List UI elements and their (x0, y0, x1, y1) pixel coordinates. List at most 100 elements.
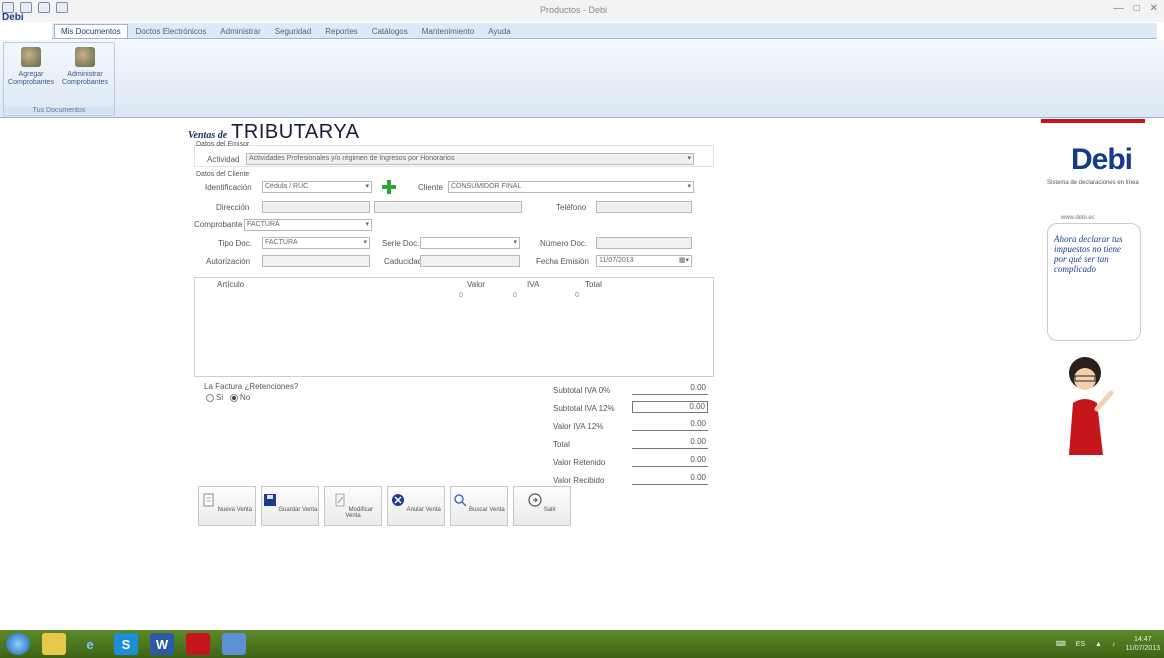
network-icon[interactable]: ▲ (1095, 641, 1102, 648)
maximize-icon[interactable]: □ (1134, 3, 1140, 14)
language-indicator[interactable]: ES (1076, 641, 1085, 648)
redo-icon[interactable] (56, 2, 68, 13)
expiry-field[interactable] (420, 255, 520, 267)
tab-doctos-electronicos[interactable]: Doctos Electrónicos (130, 25, 213, 38)
tab-seguridad[interactable]: Seguridad (269, 25, 317, 38)
tab-catalogos[interactable]: Catálogos (366, 25, 414, 38)
radio-yes[interactable] (206, 394, 214, 402)
tab-ayuda[interactable]: Ayuda (482, 25, 517, 38)
clock-time: 14:47 (1133, 636, 1152, 643)
chevron-down-icon: ▾ (513, 239, 517, 246)
grid-cell-value[interactable]: 0 (459, 292, 463, 299)
new-sale-button[interactable]: Nueva Venta (198, 486, 256, 526)
chevron-down-icon: ▾ (363, 239, 367, 246)
client-id-value: Cédula / RUC (265, 183, 309, 190)
ad-logo: Debi (1071, 143, 1133, 176)
activity-label: Actividad (207, 155, 240, 164)
activity-select[interactable]: Actividades Profesionales y/o régimen de… (246, 153, 694, 165)
ad-banner[interactable]: Debi Sistema de declaraciones en línea w… (1041, 119, 1145, 461)
exit-icon (528, 493, 542, 507)
save-icon (263, 494, 276, 506)
manage-voucher-button[interactable]: Administrar Comprobantes (60, 47, 110, 87)
received-label: Valor Recibido (553, 476, 605, 485)
edit-sale-button[interactable]: Modificar Venta (324, 486, 382, 526)
skype-icon[interactable]: S (114, 633, 138, 655)
grid-header-total: Total (585, 280, 602, 289)
iva-value: 0.00 (632, 419, 708, 431)
edit-sale-label: Modificar Venta (345, 507, 373, 519)
word-icon[interactable]: W (150, 633, 174, 655)
grid-cell-iva[interactable]: 0 (513, 292, 517, 299)
title-bar: Debi Productos - Debi — □ ✕ (0, 0, 1164, 23)
address-field-2[interactable] (374, 201, 522, 213)
grid-header-iva: IVA (527, 280, 540, 289)
expiry-label: Caducidad (384, 257, 423, 266)
file-explorer-icon[interactable] (42, 633, 66, 655)
grid-cell-total[interactable]: 0 (575, 292, 579, 299)
iva-label: Valor IVA 12% (553, 422, 604, 431)
add-voucher-button[interactable]: Agregar Comprobantes (6, 47, 56, 87)
ribbon-group-label: Tus Documentos (4, 107, 114, 114)
auth-field[interactable] (262, 255, 370, 267)
retained-label: Valor Retenido (553, 458, 606, 467)
title-prefix: Ventas de (188, 130, 228, 141)
address-field[interactable] (262, 201, 370, 213)
edit-icon (335, 493, 345, 507)
series-select[interactable]: ▾ (420, 237, 520, 249)
radio-yes-label: Si (216, 393, 224, 402)
ad-tagline: Sistema de declaraciones en línea (1047, 180, 1139, 186)
debi-app-icon[interactable] (186, 633, 210, 655)
volume-icon[interactable]: ♪ (1112, 641, 1116, 648)
ribbon-group-documentos: Agregar Comprobantes Administrar Comprob… (3, 42, 115, 116)
ad-site: www.debi.ec (1061, 215, 1095, 221)
window-app-icon[interactable] (222, 633, 246, 655)
manage-voucher-label: Administrar Comprobantes (62, 71, 108, 86)
save-sale-label: Guardar Venta (278, 507, 318, 513)
app-logo: Debi (2, 12, 24, 23)
woman-illustration-icon (1069, 357, 1114, 455)
cancel-icon (392, 494, 405, 506)
issue-date-label: Fecha Emisión (536, 257, 589, 266)
main-area: Ventas de TRIBUTARYA Datos del Emisor Ac… (0, 119, 1164, 630)
tab-mis-documentos[interactable]: Mis Documentos (54, 24, 128, 38)
client-label: Cliente (418, 183, 443, 192)
exit-button[interactable]: Salir (513, 486, 571, 526)
subtotal-0-label: Subtotal IVA 0% (553, 386, 611, 395)
voucher-select[interactable]: FACTURA ▾ (244, 219, 372, 231)
tab-administrar[interactable]: Administrar (214, 25, 266, 38)
phone-label: Teléfono (556, 203, 587, 212)
phone-field[interactable] (596, 201, 692, 213)
client-id-select[interactable]: Cédula / RUC ▾ (262, 181, 372, 193)
doc-type-select[interactable]: FACTURA ▾ (262, 237, 370, 249)
search-sale-button[interactable]: Buscar Venta (450, 486, 508, 526)
taskbar: e S W ⌨ ES ▲ ♪ 14:47 11/07/2013 (0, 630, 1164, 658)
undo-icon[interactable] (38, 2, 50, 13)
keyboard-icon[interactable]: ⌨ (1056, 640, 1066, 648)
items-grid[interactable]: Artículo Valor IVA Total 0 0 0 (194, 277, 714, 377)
cancel-sale-label: Anular Venta (406, 507, 441, 513)
title-main: TRIBUTARYA (231, 121, 360, 143)
save-sale-button[interactable]: Guardar Venta (261, 486, 319, 526)
radio-no[interactable] (230, 394, 238, 402)
window-controls: — □ ✕ (1114, 3, 1158, 14)
doc-type-value: FACTURA (265, 239, 298, 246)
start-button-icon[interactable] (6, 633, 30, 655)
number-label: Número Doc. (540, 239, 588, 248)
clock[interactable]: 14:47 11/07/2013 (1125, 635, 1160, 653)
close-icon[interactable]: ✕ (1150, 3, 1158, 14)
add-client-icon[interactable] (382, 180, 396, 194)
total-value: 0.00 (632, 437, 708, 449)
number-field[interactable] (596, 237, 692, 249)
minimize-icon[interactable]: — (1114, 3, 1124, 14)
tab-mantenimiento[interactable]: Mantenimiento (416, 25, 480, 38)
subtotal-12-value[interactable]: 0.00 (632, 401, 708, 413)
client-select[interactable]: CONSUMIDOR FINAL ▾ (448, 181, 694, 193)
voucher-label: Comprobante (194, 220, 243, 229)
tab-reportes[interactable]: Reportes (319, 25, 363, 38)
calendar-icon: ▦▾ (678, 257, 689, 264)
subtotal-12-label: Subtotal IVA 12% (553, 404, 615, 413)
issue-date-picker[interactable]: 11/07/2013 ▦▾ (596, 255, 692, 267)
received-value[interactable]: 0.00 (632, 473, 708, 485)
cancel-sale-button[interactable]: Anular Venta (387, 486, 445, 526)
internet-explorer-icon[interactable]: e (78, 633, 102, 655)
